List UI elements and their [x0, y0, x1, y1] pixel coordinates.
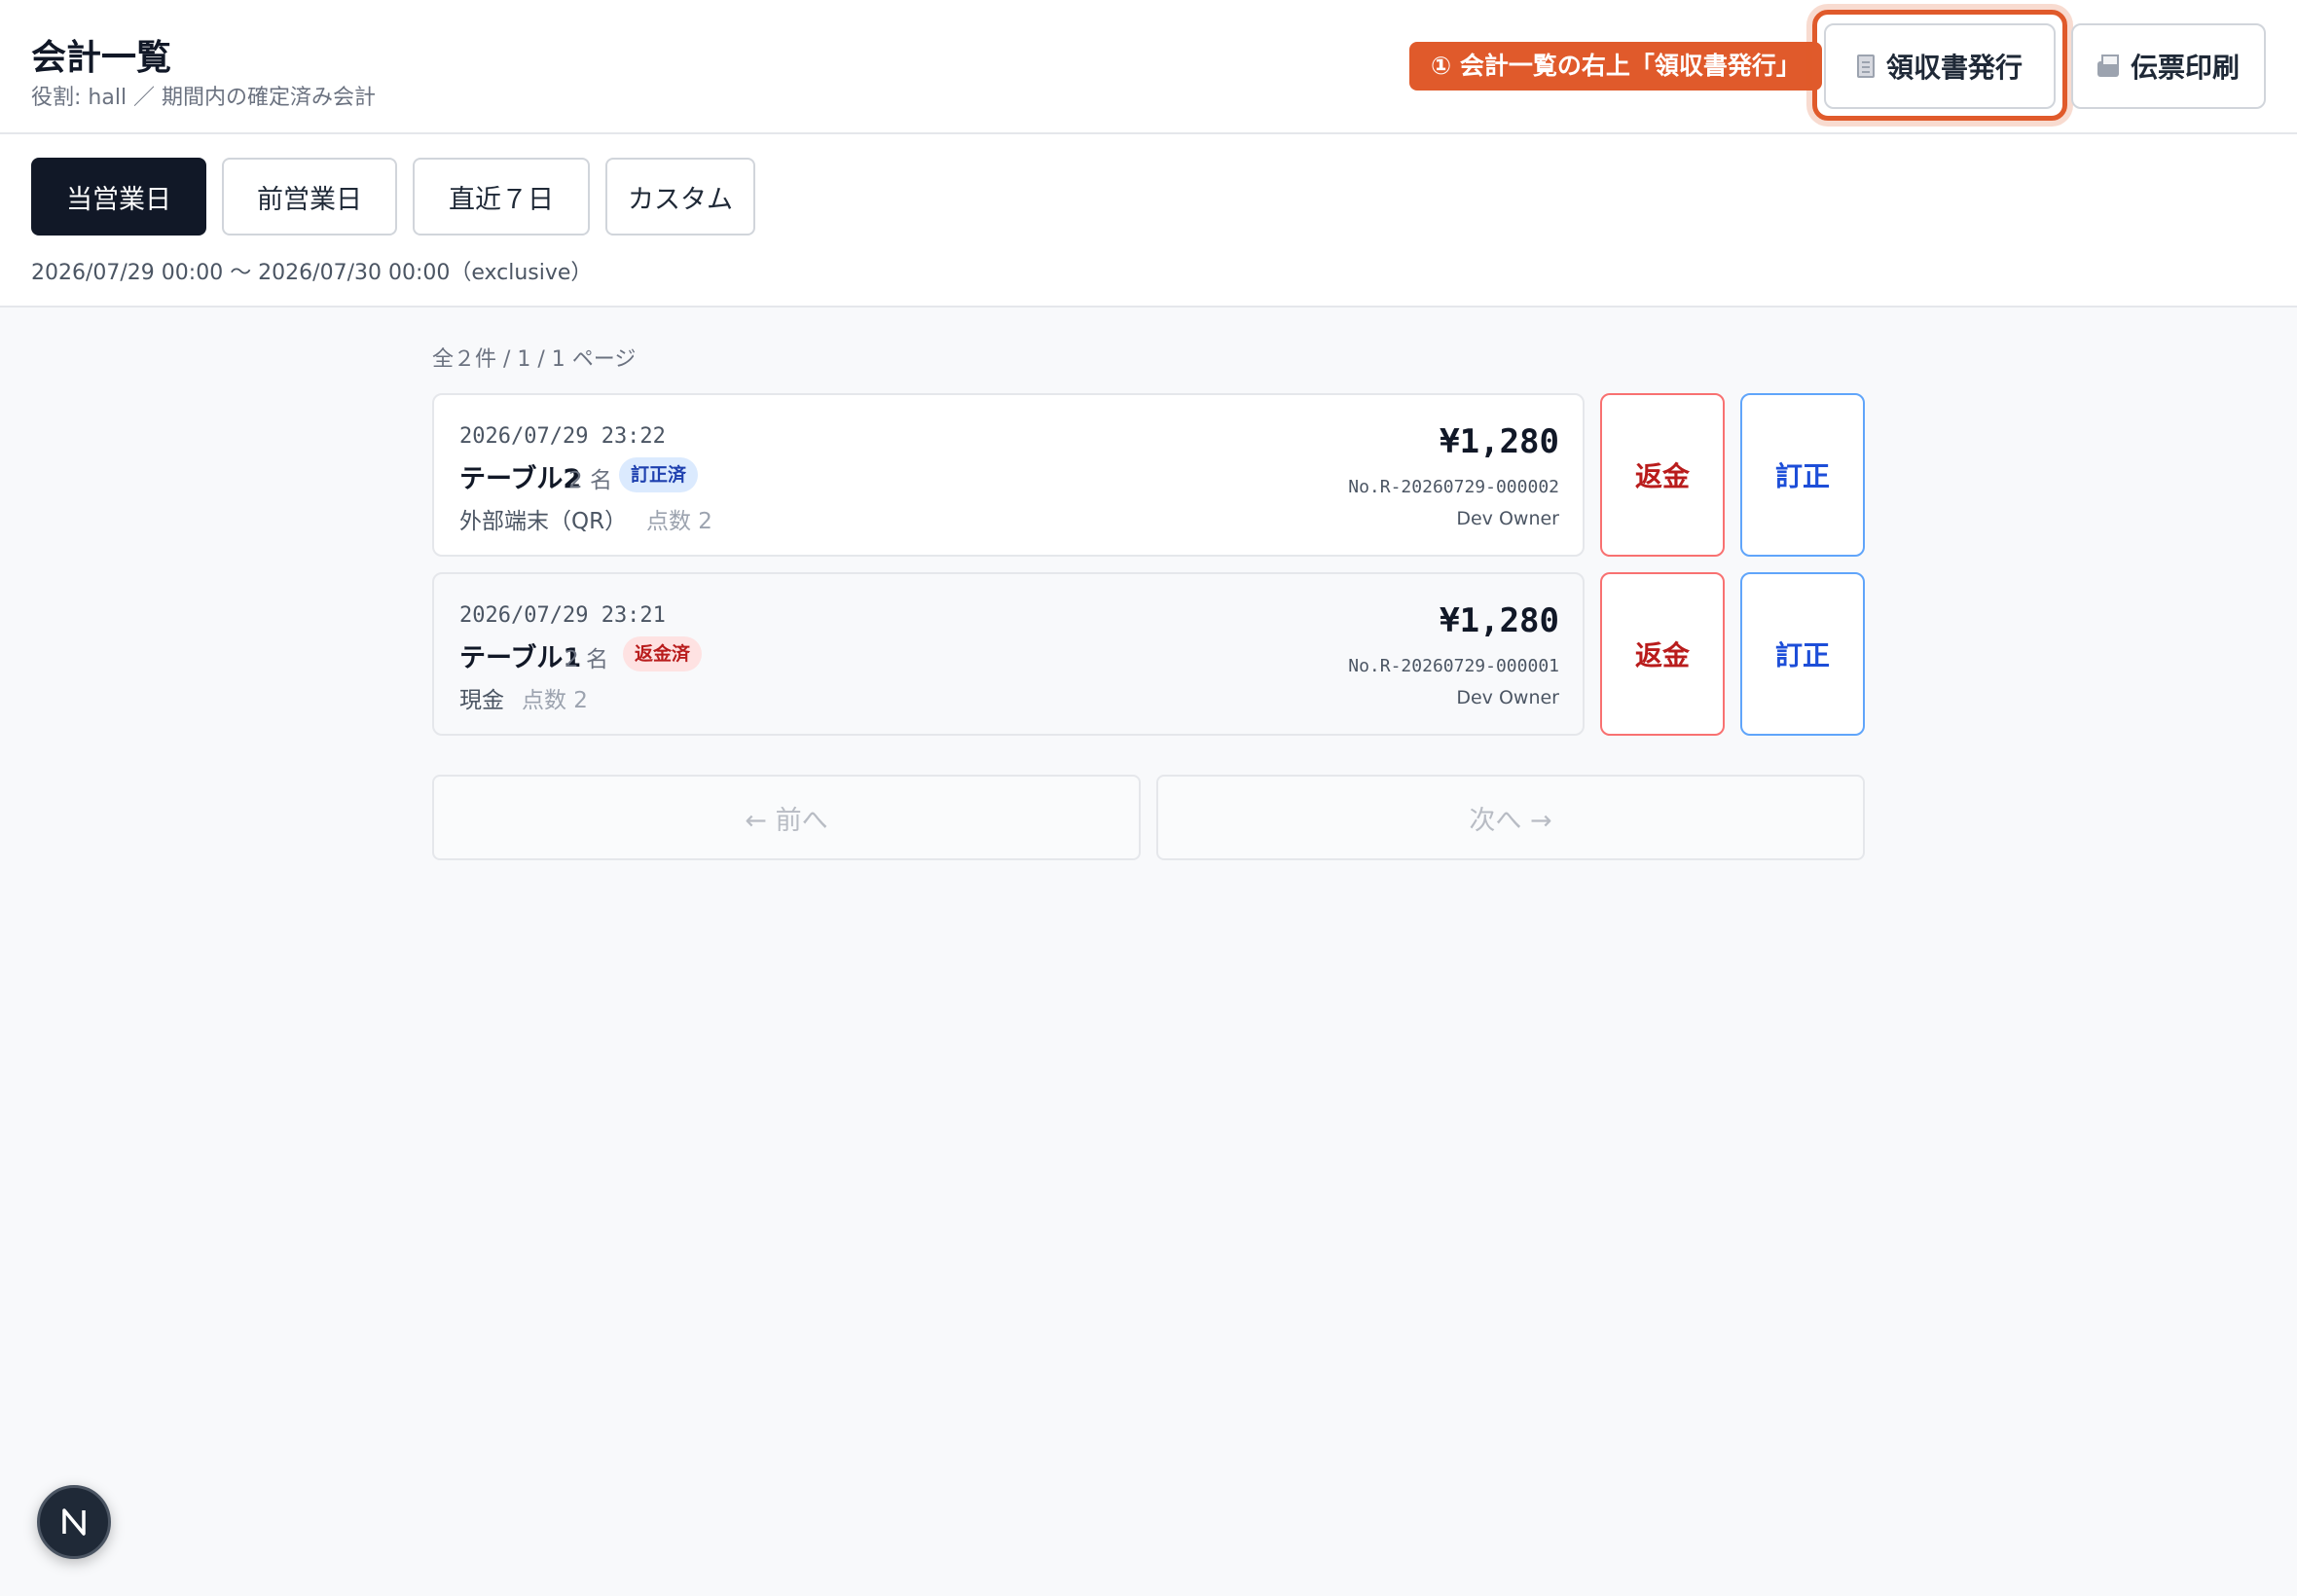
staff-name: Dev Owner	[1456, 687, 1559, 708]
issue-receipt-button[interactable]: 領収書発行	[1824, 23, 2056, 109]
refunded-badge: 返金済	[623, 636, 703, 671]
guest-count: 2 名	[568, 468, 612, 493]
correct-button[interactable]: 訂正	[1740, 393, 1865, 557]
period-filter-bar: 当営業日 前営業日 直近７日 カスタム 2026/07/29 00:00 〜 2…	[0, 134, 2297, 308]
nextjs-logo-icon	[62, 1508, 86, 1536]
settlement-datetime: 2026/07/29 23:22	[459, 424, 666, 449]
table-name: テーブル2	[459, 464, 582, 494]
settlement-amount: ¥1,280	[1440, 601, 1559, 640]
settlement-row[interactable]: 2026/07/29 23:22 テーブル2 2 名 訂正済 外部端末（QR） …	[432, 393, 1585, 557]
settlement-row[interactable]: 2026/07/29 23:21 テーブル1 2 名 返金済 現金 点数 2 ¥…	[432, 572, 1585, 736]
date-range-text: 2026/07/29 00:00 〜 2026/07/30 00:00（excl…	[31, 261, 593, 285]
receipt-icon	[1856, 54, 1875, 78]
receipt-number: No.R-20260729-000002	[1348, 477, 1559, 497]
filter-custom-button[interactable]: カスタム	[605, 158, 755, 236]
receipt-number: No.R-20260729-000001	[1348, 656, 1559, 676]
result-count: 全２件 / 1 / 1 ページ	[432, 347, 637, 372]
print-slip-button[interactable]: 伝票印刷	[2071, 23, 2266, 109]
correct-button[interactable]: 訂正	[1740, 572, 1865, 736]
filter-last-7-days-button[interactable]: 直近７日	[413, 158, 590, 236]
refund-button[interactable]: 返金	[1600, 393, 1725, 557]
next-page-button[interactable]: 次へ →	[1156, 775, 1865, 860]
previous-page-button[interactable]: ← 前へ	[432, 775, 1141, 860]
guest-count: 2 名	[565, 647, 608, 672]
payment-method: 現金	[459, 688, 504, 713]
item-count: 点数 2	[522, 688, 588, 713]
filter-previous-day-button[interactable]: 前営業日	[222, 158, 397, 236]
corrected-badge: 訂正済	[619, 457, 699, 492]
filter-today-button[interactable]: 当営業日	[31, 158, 206, 236]
printer-icon	[2096, 54, 2119, 77]
print-slip-label: 伝票印刷	[2130, 52, 2240, 84]
settlement-datetime: 2026/07/29 23:21	[459, 603, 666, 628]
dev-tools-button[interactable]	[37, 1485, 111, 1559]
page-header: 会計一覧 役割: hall ／ 期間内の確定済み会計 ① 会計一覧の右上「領収書…	[0, 0, 2297, 134]
page-subtitle: 役割: hall ／ 期間内の確定済み会計	[31, 86, 377, 110]
staff-name: Dev Owner	[1456, 508, 1559, 529]
payment-method: 外部端末（QR）	[459, 509, 628, 534]
table-name: テーブル1	[459, 643, 582, 673]
refund-button[interactable]: 返金	[1600, 572, 1725, 736]
page-title: 会計一覧	[31, 38, 172, 78]
tutorial-callout: ① 会計一覧の右上「領収書発行」	[1409, 42, 1822, 91]
settlement-amount: ¥1,280	[1440, 422, 1559, 461]
issue-receipt-label: 領収書発行	[1885, 52, 2023, 84]
item-count: 点数 2	[646, 509, 712, 534]
